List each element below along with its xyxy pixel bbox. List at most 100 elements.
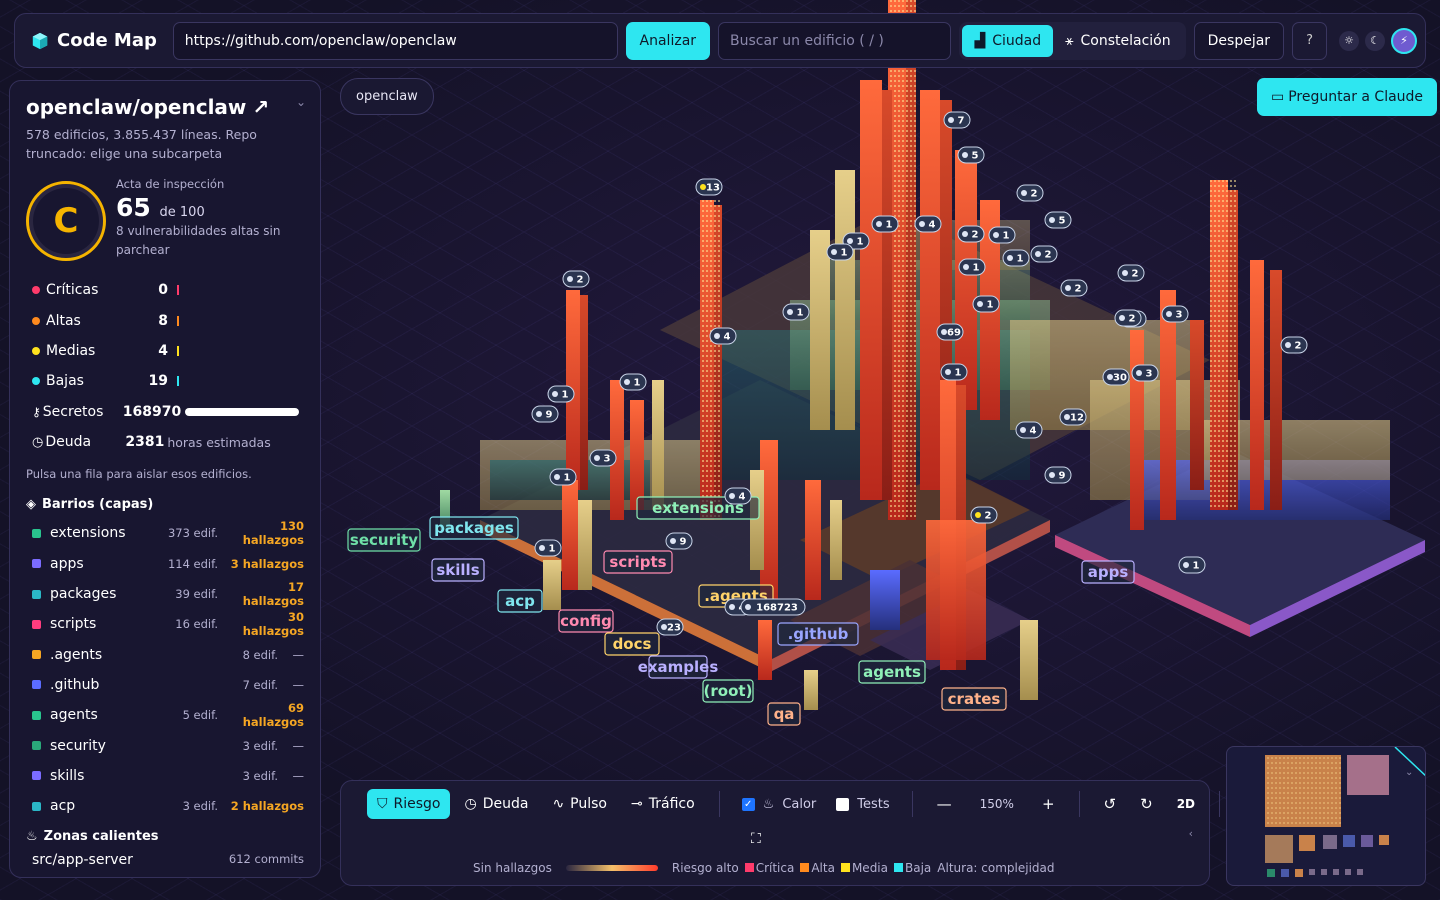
repo-url-input[interactable] — [172, 21, 618, 60]
finding-badge[interactable]: 1 — [619, 373, 647, 391]
district-row[interactable]: agents 5 edif. 69 hallazgos — [26, 700, 304, 730]
minimap[interactable]: ⌄ — [1226, 746, 1426, 886]
moon-icon[interactable]: ☾ — [1365, 30, 1386, 51]
finding-badge[interactable]: 7 — [943, 111, 971, 129]
finding-badge[interactable]: 12 — [1059, 408, 1087, 426]
district-row[interactable]: extensions 373 edif. 130 hallazgos — [26, 518, 304, 548]
district-label[interactable]: qa — [767, 702, 801, 726]
finding-badge[interactable]: 13 — [695, 178, 723, 196]
finding-badge[interactable]: 9 — [665, 532, 693, 550]
zoom-out-icon[interactable]: — — [927, 795, 962, 813]
finding-badge[interactable]: 2 — [562, 270, 590, 288]
finding-badge[interactable]: 23 — [656, 618, 684, 636]
mode-traffic-button[interactable]: ⊸ Tráfico — [621, 789, 705, 819]
building-search-input[interactable] — [718, 21, 952, 60]
analyze-button[interactable]: Analizar — [625, 21, 711, 60]
severity-row-high[interactable]: Altas 8 — [26, 305, 304, 335]
finding-badge[interactable]: 5 — [1044, 211, 1072, 229]
finding-badge[interactable]: 3 — [1131, 364, 1159, 382]
tests-checkbox[interactable]: Tests — [828, 797, 897, 812]
district-row[interactable]: security 3 edif. — — [26, 730, 304, 760]
district-label[interactable]: security — [347, 528, 421, 552]
finding-badge[interactable]: 3 — [589, 449, 617, 467]
district-label[interactable]: docs — [604, 632, 660, 656]
finding-badge[interactable]: 168723 — [740, 598, 806, 616]
finding-badge[interactable]: 69 — [936, 323, 964, 341]
finding-badge[interactable]: 4 — [914, 215, 942, 233]
severity-row-medium[interactable]: Medias 4 — [26, 336, 304, 366]
heat-checkbox[interactable]: ✓ ♨ Calor — [734, 797, 825, 812]
finding-badge[interactable]: 2 — [1280, 336, 1308, 354]
finding-badge[interactable]: 1 — [940, 363, 968, 381]
repo-title-link[interactable]: openclaw/openclaw ↗ — [26, 95, 304, 119]
hotzone-row[interactable]: src/app-server 612 commits — [26, 852, 304, 868]
finding-badge[interactable]: 1 — [972, 295, 1000, 313]
fullscreen-icon[interactable]: ⛶ — [751, 831, 761, 847]
district-row[interactable]: packages 39 edif. 17 hallazgos — [26, 579, 304, 609]
district-label[interactable]: (root) — [702, 679, 754, 703]
district-row[interactable]: .github 7 edif. — — [26, 670, 304, 700]
district-label[interactable]: scripts — [603, 550, 673, 574]
ask-claude-button[interactable]: ▭ Preguntar a Claude — [1257, 78, 1438, 116]
sun-icon[interactable]: ☼ — [1339, 30, 1360, 51]
district-label[interactable]: agents — [858, 660, 926, 684]
chevron-left-icon[interactable]: ‹ — [1189, 827, 1193, 840]
district-row[interactable]: .agents 8 edif. — — [26, 640, 304, 670]
finding-badge[interactable]: 1 — [549, 468, 577, 486]
finding-badge[interactable]: 2 — [1117, 264, 1145, 282]
clear-button[interactable]: Despejar — [1193, 21, 1285, 60]
view-2d-button[interactable]: 2D — [1167, 797, 1205, 811]
district-label[interactable]: crates — [941, 687, 1007, 711]
district-label[interactable]: examples — [638, 655, 719, 679]
finding-badge[interactable]: 9 — [1044, 466, 1072, 484]
finding-badge[interactable]: 2 — [1016, 184, 1044, 202]
district-label[interactable]: apps — [1081, 560, 1135, 584]
finding-badge[interactable]: 1 — [547, 385, 575, 403]
finding-badge[interactable]: 1 — [958, 258, 986, 276]
district-row[interactable]: apps 114 edif. 3 hallazgos — [26, 549, 304, 579]
mode-debt-button[interactable]: ◷ Deuda — [454, 789, 538, 819]
finding-badge[interactable]: 5 — [957, 146, 985, 164]
finding-badge[interactable]: 2 — [1114, 309, 1142, 327]
severity-row-critical[interactable]: Críticas 0 — [26, 275, 304, 305]
help-icon[interactable]: ? — [1292, 21, 1328, 60]
neon-theme-icon[interactable]: ⚡ — [1391, 27, 1418, 54]
finding-badge[interactable]: 1 — [988, 226, 1016, 244]
finding-badge[interactable]: 4 — [1015, 421, 1043, 439]
finding-badge[interactable]: 1 — [534, 539, 562, 557]
finding-badge[interactable]: 3 — [1161, 305, 1189, 323]
finding-badge[interactable]: 4 — [709, 327, 737, 345]
breadcrumb[interactable]: openclaw — [340, 78, 434, 115]
mode-risk-button[interactable]: ⛉ Riesgo — [367, 789, 451, 819]
zoom-in-icon[interactable]: + — [1032, 795, 1065, 813]
mode-pulse-button[interactable]: ∿ Pulso — [542, 789, 617, 819]
finding-badge[interactable]: 2 — [957, 225, 985, 243]
finding-badge[interactable]: 2 — [1060, 279, 1088, 297]
app-logo[interactable]: Code Map — [31, 30, 165, 51]
rotate-left-icon[interactable]: ↺ — [1094, 795, 1127, 813]
finding-badge[interactable]: 2 — [970, 506, 998, 524]
secrets-row[interactable]: ⚷ Secretos 168970 — [26, 397, 304, 427]
minimap-collapse-icon[interactable]: ⌄ — [1405, 767, 1413, 778]
chevron-down-icon[interactable]: ⌄ — [296, 95, 306, 109]
district-row[interactable]: scripts 16 edif. 30 hallazgos — [26, 609, 304, 639]
finding-badge[interactable]: 4 — [724, 487, 752, 505]
finding-badge[interactable]: 9 — [531, 405, 559, 423]
debt-row[interactable]: ◷ Deuda 2381 horas estimadas — [26, 427, 304, 457]
district-label[interactable]: skills — [431, 558, 485, 582]
finding-badge[interactable]: 1 — [871, 215, 899, 233]
district-label[interactable]: packages — [429, 516, 519, 540]
district-label[interactable]: config — [558, 609, 614, 633]
severity-row-low[interactable]: Bajas 19 — [26, 366, 304, 396]
district-label[interactable]: .github — [777, 622, 859, 646]
finding-badge[interactable]: 1 — [1178, 556, 1206, 574]
district-row[interactable]: skills 3 edif. — — [26, 761, 304, 791]
rotate-right-icon[interactable]: ↻ — [1130, 795, 1163, 813]
city-map-canvas[interactable]: securitypackagesskillsacpextensionsscrip… — [330, 0, 1440, 780]
finding-badge[interactable]: 2 — [1030, 245, 1058, 263]
finding-badge[interactable]: 1 — [826, 243, 854, 261]
finding-badge[interactable]: 30 — [1102, 368, 1130, 386]
district-row[interactable]: acp 3 edif. 2 hallazgos — [26, 791, 304, 821]
finding-badge[interactable]: 1 — [782, 303, 810, 321]
view-constellation-button[interactable]: ⚹ Constelación — [1053, 25, 1183, 57]
